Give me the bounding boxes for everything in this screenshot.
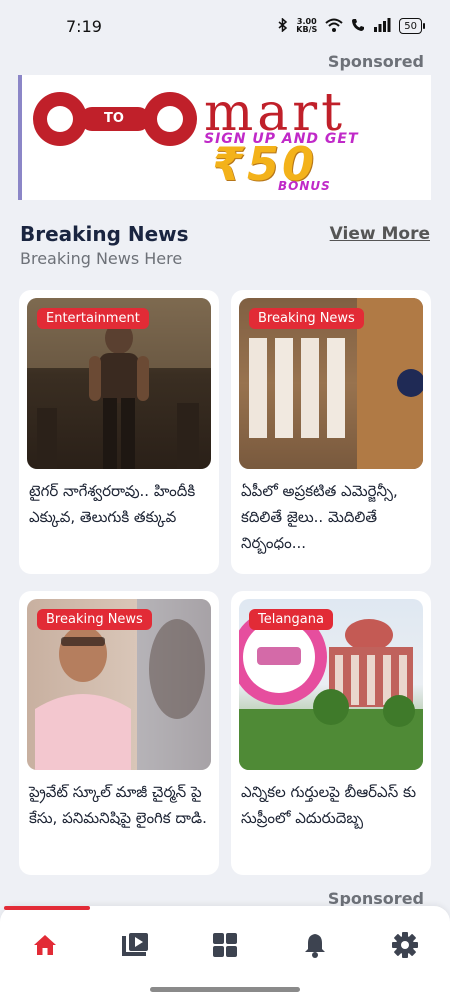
news-title: టైగర్ నాగేశ్వరరావు.. హిందీకి ఎక్కువ, తెల… [29,482,196,526]
ad-bonus: BONUS [278,179,331,193]
grid-icon[interactable] [210,930,240,960]
gear-icon[interactable] [390,930,420,960]
bottom-nav [0,906,450,1000]
call-icon [351,18,365,35]
active-nav-indicator [4,906,90,910]
ad-logo: TO [30,89,198,149]
sponsored-label: Sponsored [327,52,424,71]
ad-banner[interactable]: TO mart SIGN UP AND GET ₹50 BONUS [18,75,431,200]
wifi-icon [325,18,343,35]
category-tag: Breaking News [249,308,364,329]
category-tag: Entertainment [37,308,149,329]
news-card[interactable]: Breaking News ఏపీలో అప్రకటిత ఎమెర్జెన్సీ… [231,290,431,574]
news-title: ఎన్నికల గుర్తులపై బీఆర్ఎస్ కు సుప్రీంలో … [241,783,417,827]
status-icons: 3.00 KB/S 50 [278,16,425,35]
news-card[interactable]: Telangana ఎన్నికల గుర్తులపై బీఆర్ఎస్ కు … [231,591,431,875]
video-icon[interactable] [120,930,150,960]
signal-icon [373,17,391,35]
section-subtitle: Breaking News Here [20,249,183,268]
news-card[interactable]: Entertainment టైగర్ నాగేశ్వరరావు.. హిందీ… [19,290,219,574]
category-tag: Telangana [249,609,333,630]
battery-icon: 50 [399,18,425,34]
view-more-link[interactable]: View More [330,224,430,244]
net-speed: 3.00 KB/S [296,17,318,34]
bell-icon[interactable] [300,930,330,960]
category-tag: Breaking News [37,609,152,630]
bluetooth-icon [278,16,288,35]
status-time: 7:19 [66,16,102,36]
section-title: Breaking News [20,222,189,246]
status-bar: 7:19 3.00 KB/S 50 [0,0,450,52]
news-title: ఏపీలో అప్రకటిత ఎమెర్జెన్సీ, కదిలితే జైలు… [241,482,398,552]
news-title: ప్రైవేట్ స్కూల్ మాజీ చైర్మన్ పై కేసు, పన… [29,783,207,827]
home-icon[interactable] [30,930,60,960]
news-card[interactable]: Breaking News ప్రైవేట్ స్కూల్ మాజీ చైర్మ… [19,591,219,875]
gesture-home-bar[interactable] [150,987,300,992]
